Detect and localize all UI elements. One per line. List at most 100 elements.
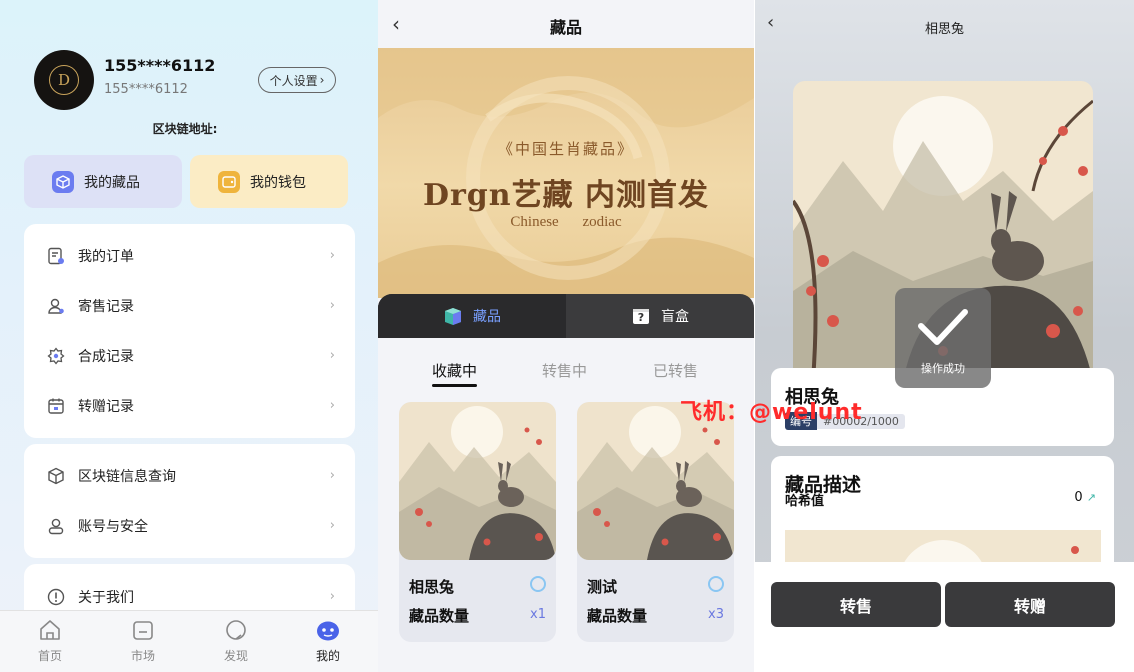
menu-group-records: 我的订单 › 寄售记录 › 合成记录 › 转赠记录 ›	[24, 224, 355, 438]
item-name: 测试	[587, 578, 618, 596]
item-quantity: x3	[708, 607, 724, 622]
segment-blind-box[interactable]: ? 盲盒	[566, 294, 754, 338]
menu-item-label: 账号与安全	[78, 519, 148, 535]
chevron-right-icon: ›	[329, 589, 335, 604]
chevron-right-icon: ›	[329, 248, 335, 263]
segment-collections[interactable]: 藏品	[378, 294, 566, 338]
screenshot-stage: D 155****6112 155****6112 个人设置 › 区块链地址: …	[0, 0, 1134, 672]
cube-icon	[52, 170, 74, 193]
menu-item-label: 我的订单	[78, 249, 134, 265]
my-wallet-button[interactable]: 我的钱包	[190, 155, 348, 208]
chevron-right-icon: ›	[329, 398, 335, 413]
item-name: 相思兔	[409, 578, 455, 596]
my-wallet-label: 我的钱包	[250, 174, 306, 191]
bottom-action-bar: 转售 转赠	[755, 562, 1134, 672]
mystery-box-icon: ?	[633, 309, 649, 324]
bottom-tab-bar: 首页 市场 发现 我的	[0, 610, 378, 672]
user-phone: 155****6112	[104, 82, 188, 97]
promo-banner[interactable]: 《中国生肖藏品》 Drgn艺藏 内测首发 Chinese zodiac	[378, 48, 754, 298]
menu-item-label: 寄售记录	[78, 299, 134, 315]
resell-button[interactable]: 转售	[771, 582, 941, 627]
tab-home[interactable]: 首页	[20, 617, 80, 664]
menu-item-label: 转赠记录	[78, 399, 134, 415]
menu-item-my-orders[interactable]: 我的订单 ›	[24, 231, 355, 281]
chevron-right-icon: ›	[319, 73, 325, 87]
menu-item-account-security[interactable]: 账号与安全 ›	[24, 501, 355, 551]
gift-transfer-button[interactable]: 转赠	[945, 582, 1115, 627]
gear-star-icon	[46, 346, 66, 366]
tab-label: 市场	[130, 649, 155, 663]
collection-page: ‹ 藏品 《中国生肖藏品》 Drgn艺藏 内测首发 Chinese zodiac…	[378, 0, 754, 672]
hash-value-row[interactable]: 0 ↗	[1074, 490, 1096, 505]
collection-item-card[interactable]: 相思兔 藏品数量 x1	[399, 402, 556, 642]
personal-settings-label: 个人设置	[269, 73, 318, 88]
chevron-right-icon: ›	[329, 348, 335, 363]
menu-item-blockchain-query[interactable]: 区块链信息查询 ›	[24, 451, 355, 501]
rabbit-artwork	[399, 402, 556, 560]
home-icon	[20, 617, 80, 643]
item-quantity-label: 藏品数量	[587, 607, 648, 625]
personal-settings-button[interactable]: 个人设置 ›	[258, 67, 336, 93]
menu-item-label: 区块链信息查询	[78, 469, 176, 485]
cube-outline-icon	[46, 466, 66, 486]
checkmark-icon	[918, 309, 968, 345]
item-detail-page: ‹ 相思兔 相思兔 编号 #00002/1000 操作成功 藏品描述 哈希值 0…	[755, 0, 1134, 672]
account-icon	[46, 516, 66, 536]
chevron-right-icon: ›	[329, 518, 335, 533]
calendar-icon	[46, 396, 66, 416]
menu-item-consignment-records[interactable]: 寄售记录 ›	[24, 281, 355, 331]
avatar-logo-icon: D	[49, 65, 79, 95]
mine-icon	[298, 617, 358, 643]
status-subtabs: 收藏中 转售中 已转售	[378, 354, 754, 390]
tab-market[interactable]: 市场	[113, 617, 173, 664]
menu-item-label: 关于我们	[78, 590, 134, 606]
segment-label: 盲盒	[661, 309, 689, 325]
hash-value: 0	[1074, 490, 1083, 505]
tab-label: 我的	[315, 649, 340, 663]
blockchain-address-label: 区块链地址:	[152, 122, 218, 136]
profile-page: D 155****6112 155****6112 个人设置 › 区块链地址: …	[0, 0, 378, 672]
market-icon	[113, 617, 173, 643]
hash-label: 哈希值	[785, 494, 825, 509]
banner-subtitle: 《中国生肖藏品》	[497, 140, 634, 158]
menu-group-account: 区块链信息查询 › 账号与安全 ›	[24, 444, 355, 558]
item-quantity-label: 藏品数量	[409, 607, 470, 625]
user-sale-icon	[46, 296, 66, 316]
success-toast: 操作成功	[895, 288, 991, 388]
banner-title: Drgn艺藏 内测首发	[422, 178, 710, 213]
user-name: 155****6112	[104, 56, 216, 75]
banner-english: Chinese zodiac	[510, 214, 622, 230]
box-3d-icon	[445, 308, 461, 325]
collection-header: ‹ 藏品	[378, 0, 754, 48]
my-collections-button[interactable]: 我的藏品	[24, 155, 182, 208]
page-title: 相思兔	[924, 22, 964, 37]
wallet-icon	[218, 170, 240, 193]
chain-badge-icon	[530, 576, 546, 592]
chevron-right-icon: ›	[329, 468, 335, 483]
order-icon	[46, 246, 66, 266]
info-icon	[46, 587, 66, 607]
segment-control: 藏品 ? 盲盒	[378, 294, 754, 338]
discover-icon	[206, 617, 266, 643]
chevron-right-icon: ›	[329, 298, 335, 313]
menu-item-transfer-records[interactable]: 转赠记录 ›	[24, 381, 355, 431]
tab-discover[interactable]: 发现	[206, 617, 266, 664]
tab-mine[interactable]: 我的	[298, 617, 358, 664]
avatar[interactable]: D	[34, 50, 94, 110]
my-collections-label: 我的藏品	[84, 174, 140, 191]
menu-item-label: 合成记录	[78, 349, 134, 365]
menu-item-synthesis-records[interactable]: 合成记录 ›	[24, 331, 355, 381]
tab-label: 发现	[223, 649, 248, 663]
link-icon: ↗	[1086, 491, 1096, 504]
chain-badge-icon	[708, 576, 724, 592]
subtab-reselling[interactable]: 转售中	[542, 360, 587, 381]
segment-label: 藏品	[473, 309, 501, 325]
item-quantity: x1	[530, 607, 546, 622]
subtab-resold[interactable]: 已转售	[653, 360, 698, 381]
toast-message: 操作成功	[921, 362, 965, 375]
page-title: 藏品	[549, 18, 582, 37]
tab-label: 首页	[37, 649, 62, 663]
collection-item-card[interactable]: 测试 藏品数量 x3	[577, 402, 734, 642]
subtab-holding[interactable]: 收藏中	[432, 360, 478, 387]
svg-text:?: ?	[638, 311, 644, 324]
